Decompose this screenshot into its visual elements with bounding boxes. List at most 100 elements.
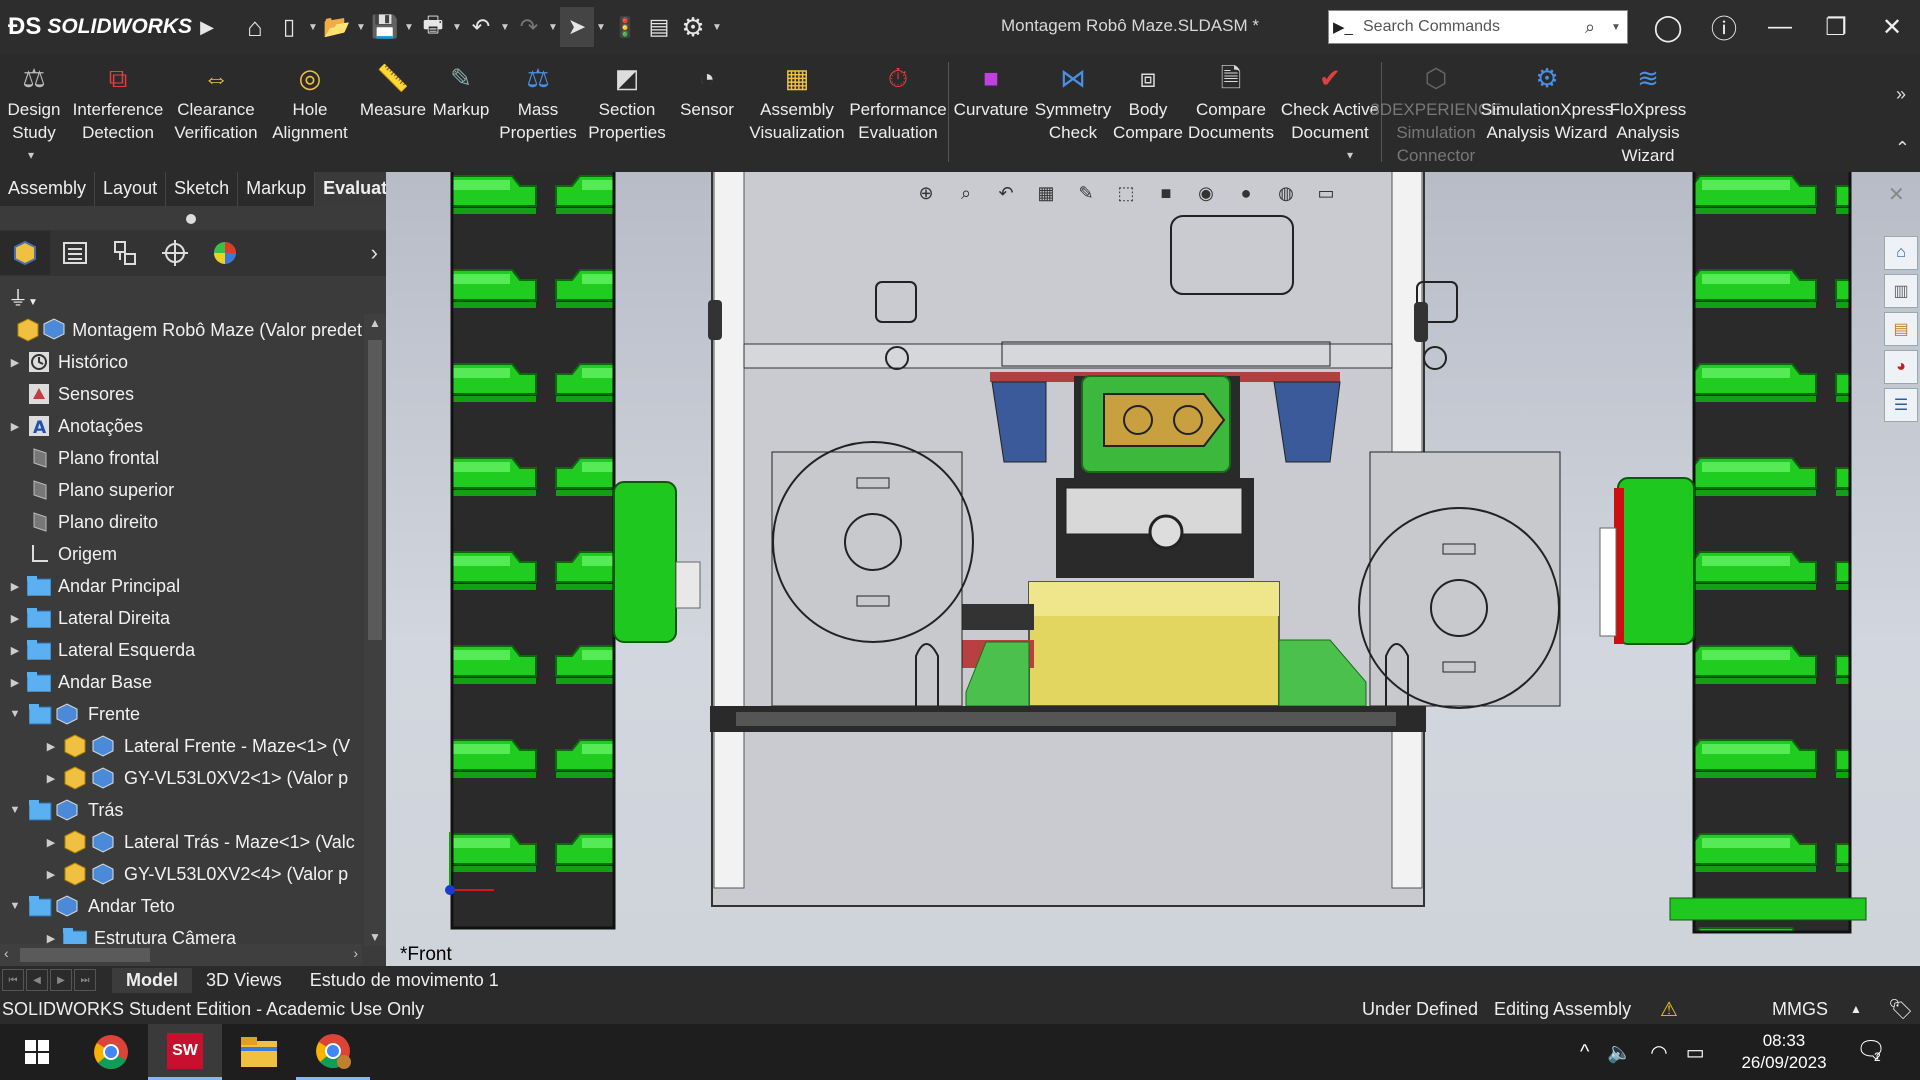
expand-arrow-icon[interactable]: ▶ <box>8 580 22 593</box>
options-caret-icon[interactable]: ▼ <box>710 22 724 33</box>
zoom-to-area-icon[interactable]: ⌕ <box>950 179 982 207</box>
select-pointer-icon[interactable]: ➤ <box>560 7 594 47</box>
clock-time[interactable]: 08:33 <box>1724 1030 1844 1052</box>
rebuild-traffic-light-icon[interactable]: 🚦 <box>608 7 642 47</box>
wifi-icon[interactable]: ◠ <box>1650 1040 1667 1065</box>
expand-arrow-icon[interactable]: ▶ <box>44 868 58 881</box>
design-library-icon[interactable]: ▥ <box>1884 274 1918 308</box>
tree-item[interactable]: ▼ Trás <box>0 794 362 826</box>
notifications-icon[interactable]: 🗨 2 <box>1856 1036 1886 1065</box>
apply-scene-icon[interactable]: ◍ <box>1270 179 1302 207</box>
tree-horizontal-scrollbar[interactable]: ‹ › <box>0 944 362 966</box>
help-icon[interactable]: ⓘ <box>1696 0 1752 54</box>
expand-menu-icon[interactable]: ▶ <box>190 7 224 47</box>
panel-splitter-dot[interactable] <box>186 214 196 224</box>
next-tab-icon[interactable]: ▶ <box>50 969 72 991</box>
prev-tab-icon[interactable]: ◀ <box>26 969 48 991</box>
file-explorer-icon[interactable]: ▤ <box>1884 312 1918 346</box>
tree-vertical-scrollbar[interactable]: ▲ ▼ <box>364 314 386 946</box>
previous-view-icon[interactable]: ↶ <box>990 179 1022 207</box>
ribbon-button-sensor[interactable]: ◔ Sensor <box>670 54 744 172</box>
bottom-tab-model[interactable]: Model <box>112 967 192 993</box>
bottom-tab-estudo-de-movimento-1[interactable]: Estudo de movimento 1 <box>296 968 513 993</box>
tree-item[interactable]: Plano frontal <box>0 442 362 474</box>
tab-markup[interactable]: Markup <box>238 172 316 206</box>
ribbon-button-simxpress[interactable]: ⚙ SimulationXpress Analysis Wizard <box>1481 54 1613 172</box>
tree-item[interactable]: ▶ Lateral Trás - Maze<1> (Valc <box>0 826 362 858</box>
tree-item[interactable]: ▶ A Anotações <box>0 410 362 442</box>
undo-icon[interactable]: ↶ <box>464 7 498 47</box>
ribbon-button-curvature[interactable]: ■ Curvature <box>951 54 1031 172</box>
print-icon[interactable]: 🖶 <box>416 7 450 47</box>
units-selector[interactable]: MMGS <box>1772 999 1828 1020</box>
expand-arrow-icon[interactable]: ▶ <box>8 612 22 625</box>
expand-arrow-icon[interactable]: ▶ <box>44 836 58 849</box>
redo-caret-icon[interactable]: ▼ <box>546 22 560 33</box>
show-hidden-icons-icon[interactable]: ^ <box>1580 1041 1589 1064</box>
display-style-icon[interactable]: ■ <box>1150 179 1182 207</box>
tab-layout[interactable]: Layout <box>95 172 167 206</box>
solidworks-logo[interactable]: ƉS SOLIDWORKS <box>0 13 192 41</box>
ribbon-button-mass-properties[interactable]: ⚖ Mass Properties <box>492 54 584 172</box>
custom-properties-icon[interactable]: ☰ <box>1884 388 1918 422</box>
dimxpert-manager-tab-icon[interactable] <box>150 231 200 275</box>
expand-arrow-icon[interactable]: ▶ <box>44 772 58 785</box>
tree-item[interactable]: Plano superior <box>0 474 362 506</box>
units-caret-icon[interactable]: ▲ <box>1850 1002 1862 1016</box>
ribbon-button-measure[interactable]: 📏 Measure <box>356 54 430 172</box>
file-explorer-taskbar-icon[interactable] <box>222 1024 296 1080</box>
search-icon[interactable]: ⌕ <box>1585 17 1611 38</box>
scroll-down-icon[interactable]: ▼ <box>369 930 381 944</box>
feature-manager-tab-icon[interactable] <box>0 231 50 275</box>
display-manager-tab-icon[interactable] <box>200 231 250 275</box>
search-commands-input[interactable]: ▶_ Search Commands ⌕ ▼ <box>1328 10 1628 44</box>
tab-assembly[interactable]: Assembly <box>0 172 96 206</box>
bottom-tab-3d-views[interactable]: 3D Views <box>192 968 296 993</box>
tree-item[interactable]: ▼ Andar Teto <box>0 890 362 922</box>
ribbon-button-body-compare[interactable]: ⧈ Body Compare <box>1113 54 1183 172</box>
ribbon-button-interference[interactable]: ⧉ Interference Detection <box>68 54 168 172</box>
ribbon-overflow-icon[interactable]: » <box>1896 84 1906 105</box>
windows-start-icon[interactable] <box>0 1024 74 1080</box>
view-orientation-icon[interactable]: ⬚ <box>1110 179 1142 207</box>
redo-icon[interactable]: ↷ <box>512 7 546 47</box>
graphics-area[interactable]: ⊕ ⌕ ↶ ▦ ✎ ⬚ ■ ◉ ● ◍ ▭ ✕ ⌂ ▥ ▤ ◕ ☰ *Front <box>386 172 1920 966</box>
tree-filter-icon[interactable]: ⏚▼ <box>8 282 38 311</box>
check-active-caret-icon[interactable]: ▾ <box>1347 148 1353 162</box>
tree-item[interactable]: ▶ Estrutura Câmera <box>0 922 362 944</box>
ribbon-button-check-active[interactable]: ✔ Check Active Document <box>1281 54 1379 172</box>
expand-arrow-icon[interactable]: ▶ <box>8 420 22 433</box>
dynamic-annotation-icon[interactable]: ✎ <box>1070 179 1102 207</box>
tree-item[interactable]: ▶ Lateral Direita <box>0 602 362 634</box>
tree-item[interactable]: ▶ GY-VL53L0XV2<1> (Valor p <box>0 762 362 794</box>
save-icon[interactable]: 💾 <box>368 7 402 47</box>
close-icon[interactable]: ✕ <box>1864 0 1920 54</box>
tree-item[interactable]: Plano direito <box>0 506 362 538</box>
zoom-to-fit-icon[interactable]: ⊕ <box>910 179 942 207</box>
tree-item[interactable]: ▶ Andar Base <box>0 666 362 698</box>
tree-scroll-thumb[interactable] <box>368 340 382 640</box>
save-caret-icon[interactable]: ▼ <box>402 22 416 33</box>
first-tab-icon[interactable]: ⏮ <box>2 969 24 991</box>
expand-arrow-icon[interactable]: ▶ <box>44 932 58 945</box>
user-account-icon[interactable]: ◯ <box>1640 0 1696 54</box>
open-icon[interactable]: 📂 <box>320 7 354 47</box>
view-settings-icon[interactable]: ▭ <box>1310 179 1342 207</box>
ribbon-button-clearance[interactable]: ⇔ Clearance Verification <box>168 54 264 172</box>
design-study-caret-icon[interactable]: ▾ <box>28 148 34 162</box>
expand-arrow-icon[interactable]: ▶ <box>8 356 22 369</box>
minimize-icon[interactable]: — <box>1752 0 1808 54</box>
ribbon-button-section-properties[interactable]: ◩ Section Properties <box>584 54 670 172</box>
tree-item[interactable]: ▶ Andar Principal <box>0 570 362 602</box>
ribbon-button-3dx[interactable]: ⬡ 3DEXPERIENCE Simulation Connector <box>1370 54 1501 172</box>
tree-item[interactable]: ▶ GY-VL53L0XV2<4> (Valor p <box>0 858 362 890</box>
solidworks-taskbar-icon[interactable]: SW <box>148 1024 222 1080</box>
expand-arrow-icon[interactable]: ▼ <box>8 708 22 720</box>
configuration-manager-tab-icon[interactable] <box>100 231 150 275</box>
collapse-ribbon-icon[interactable]: ⌃ <box>1895 138 1910 159</box>
tree-item[interactable]: ▶ Lateral Frente - Maze<1> (V <box>0 730 362 762</box>
expand-arrow-icon[interactable]: ▶ <box>8 676 22 689</box>
ribbon-button-assembly-visualization[interactable]: ▦ Assembly Visualization <box>744 54 850 172</box>
ribbon-button-markup[interactable]: ✎ Markup <box>430 54 492 172</box>
tree-item[interactable]: ▶ Lateral Esquerda <box>0 634 362 666</box>
